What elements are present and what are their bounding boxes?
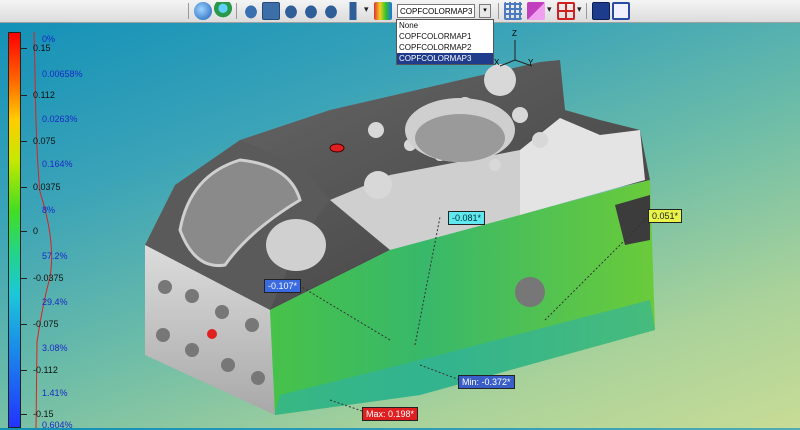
axis-z-label: Z [512, 29, 517, 38]
deviation-label[interactable]: 0.051* [648, 209, 683, 223]
axis-y-label: Y [528, 58, 534, 67]
max-deviation-label[interactable]: Max: 0.198* [362, 407, 419, 421]
min-deviation-label[interactable]: Min: -0.372* [458, 375, 515, 389]
deviation-label[interactable]: -0.107* [264, 279, 302, 293]
axis-x-label: X [494, 58, 500, 67]
deviation-label[interactable]: -0.081* [448, 211, 486, 225]
